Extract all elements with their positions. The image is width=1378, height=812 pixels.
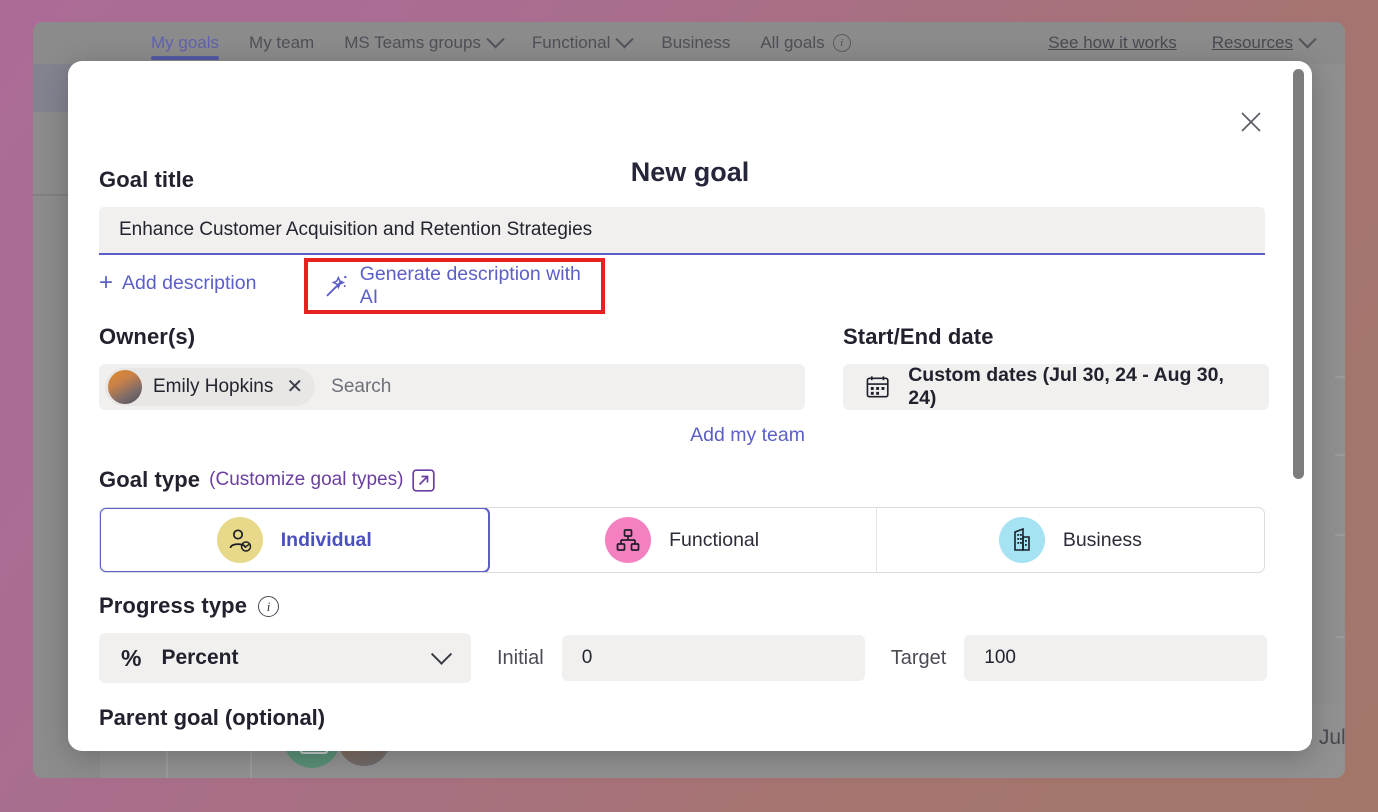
owners-label: Owner(s) — [99, 324, 196, 349]
goal-type-label-business: Business — [1062, 528, 1142, 551]
title-action-row: + Add description Generate description w… — [99, 264, 1281, 302]
building-icon — [998, 517, 1045, 563]
target-label: Target — [890, 646, 947, 669]
goal-type-label: Goal type — [99, 467, 201, 492]
initial-label: Initial — [497, 646, 544, 669]
owner-date-row: Owner(s) Emily Hopkins ✕ Add my team — [99, 324, 1281, 447]
generate-description-with-ai-button[interactable]: Generate description with AI — [304, 258, 605, 314]
dates-field: Start/End date Custom dates (Jul 30, 24 … — [843, 324, 1269, 447]
desktop-backdrop: My goals My team MS Teams groups Functio… — [0, 0, 1378, 812]
add-description-label: Add description — [122, 271, 257, 294]
close-icon[interactable] — [1234, 105, 1268, 139]
plus-icon: + — [99, 269, 114, 296]
progress-type-label: Progress type — [99, 593, 248, 618]
add-my-team-button[interactable]: Add my team — [690, 424, 805, 447]
customize-goal-types-link[interactable]: (Customize goal types) — [209, 469, 403, 491]
date-range-value: Custom dates (Jul 30, 24 - Aug 30, 24) — [908, 364, 1224, 409]
dates-label: Start/End date — [843, 324, 994, 349]
add-description-button[interactable]: + Add description — [99, 264, 256, 302]
progress-type-header: Progress type i — [99, 593, 1281, 619]
generate-description-label: Generate description with AI — [359, 263, 581, 308]
goal-type-option-functional[interactable]: Functional — [488, 508, 877, 572]
new-goal-dialog: New goal Goal title + Add description Ge… — [68, 61, 1312, 751]
progress-type-field: Progress type i % Percent Initial Target — [99, 593, 1281, 683]
date-range-picker[interactable]: Custom dates (Jul 30, 24 - Aug 30, 24) — [843, 364, 1269, 410]
person-icon — [216, 517, 263, 563]
goal-type-option-business[interactable]: Business — [877, 508, 1264, 572]
magic-wand-icon — [326, 275, 347, 297]
progress-type-row: % Percent Initial Target — [99, 633, 1281, 683]
chevron-down-icon — [430, 643, 453, 665]
owners-input-wrapper[interactable]: Emily Hopkins ✕ — [99, 364, 805, 410]
remove-owner-icon[interactable]: ✕ — [284, 377, 305, 397]
calendar-icon — [866, 376, 889, 398]
percent-icon: % — [121, 644, 142, 671]
progress-type-select[interactable]: % Percent — [99, 633, 471, 683]
goal-type-field: Goal type (Customize goal types) Individ… — [99, 467, 1281, 573]
owners-field: Owner(s) Emily Hopkins ✕ Add my team — [99, 324, 805, 447]
add-my-team-row: Add my team — [99, 424, 805, 447]
external-link-icon[interactable] — [412, 468, 436, 492]
avatar — [108, 370, 142, 404]
progress-type-value: Percent — [161, 646, 239, 669]
goal-type-label-individual: Individual — [280, 528, 372, 551]
goal-type-label-functional: Functional — [669, 528, 760, 551]
goal-type-header: Goal type (Customize goal types) — [99, 467, 1281, 493]
org-chart-icon — [605, 517, 652, 563]
dialog-form: Goal title + Add description Generate de… — [99, 167, 1281, 731]
goal-type-tabs: Individual Functional Business — [99, 507, 1265, 573]
owner-name-label: Emily Hopkins — [153, 376, 274, 397]
initial-value-input[interactable] — [561, 635, 865, 681]
dialog-scrollbar-thumb[interactable] — [1293, 69, 1304, 479]
target-value-input[interactable] — [964, 635, 1268, 681]
dialog-scrollbar-track[interactable] — [1293, 69, 1304, 743]
goal-title-label: Goal title — [99, 167, 195, 192]
parent-goal-label: Parent goal (optional) — [99, 705, 326, 730]
goal-type-option-individual[interactable]: Individual — [100, 508, 490, 572]
owner-chip[interactable]: Emily Hopkins ✕ — [105, 368, 316, 406]
goal-title-input[interactable] — [99, 207, 1265, 255]
goal-title-field: Goal title — [99, 167, 1281, 255]
owner-search-input[interactable] — [315, 376, 799, 398]
info-icon[interactable]: i — [258, 595, 280, 617]
